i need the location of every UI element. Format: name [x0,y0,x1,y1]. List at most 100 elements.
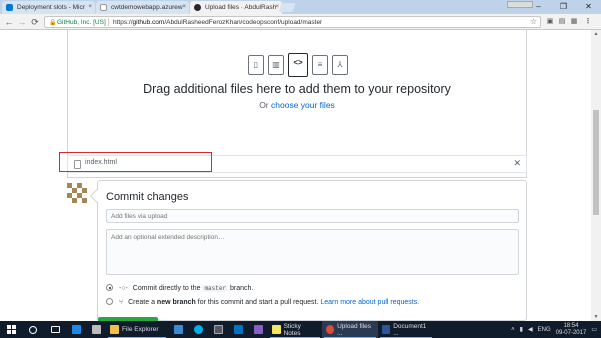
tab-title: cwtdemowebapp.azurew [111,4,183,11]
speech-caret [89,188,105,204]
browser-toolbar: ← → ⟳ 🔒 GitHub, Inc. [US] https://github… [0,14,601,30]
task-view-icon [50,326,60,333]
commit-new-branch-option[interactable]: ⑂ Create a new branch for this commit an… [106,298,419,306]
address-bar[interactable]: 🔒 GitHub, Inc. [US] https://github.com/A… [44,16,541,28]
scroll-up-icon[interactable]: ▲ [591,30,601,38]
branch-name: master [202,285,229,292]
cortana-button[interactable] [22,321,44,338]
radio-commit-direct[interactable] [106,284,113,291]
security-label: GitHub, Inc. [US] [57,19,106,26]
taskbar-chrome[interactable]: Upload files ... [322,321,378,338]
highlight-annotation [59,152,212,172]
browser-tab-deployment-slots[interactable]: Deployment slots - Micr × [2,1,95,14]
url-host: github.com [132,19,165,26]
commit-direct-option[interactable]: -○- Commit directly to the master branch… [106,284,253,292]
taskbar-word[interactable]: Document1 ... [378,321,434,338]
task-view-button[interactable] [44,321,66,338]
taskbar-sticky-notes[interactable]: Sticky Notes [268,321,322,338]
tab-title: Upload files · AbdulRash [205,4,277,11]
github-upload-page: ▯ ▥ <> ≡ ⅄ Drag additional files here to… [0,30,601,321]
avatar[interactable] [67,183,89,203]
forward-button[interactable]: → [16,16,28,28]
github-icon [194,4,201,11]
new-tab-button[interactable] [278,3,296,12]
edge-button[interactable] [66,321,86,338]
extension-icon[interactable]: ▣ [545,17,555,27]
clock-time: 18:54 [563,322,579,329]
url-path: /AbdulRasheedFerozKhan/codeopsconf/uploa… [164,19,323,26]
file-text-icon: ≡ [312,55,328,75]
url-text[interactable]: https://github.com/AbdulRasheedFerozKhan… [113,18,322,27]
browser-tab-strip: Deployment slots - Micr × cwtdemowebapp.… [0,0,601,14]
network-icon[interactable]: ▮ [520,326,523,333]
vs-purple-button[interactable] [248,321,268,338]
terminal-icon [213,325,223,334]
scroll-down-icon[interactable]: ▼ [591,313,601,321]
taskbar-app-label: File Explorer [122,326,159,333]
browser-tab-cwtdemowebapp[interactable]: cwtdemowebapp.azurew × [96,1,189,14]
browser-tab-upload-files[interactable]: Upload files · AbdulRash × [190,1,282,14]
windows-taskbar: File Explorer Sticky Notes Upload files … [0,321,601,338]
chrome-icon [326,325,335,334]
store-icon [91,325,101,334]
commit-heading: Commit changes [106,191,189,203]
page-scrollbar[interactable]: ▲ ▼ [591,30,601,321]
taskbar-app-label: Sticky Notes [283,322,301,337]
tab-close-icon[interactable]: × [275,1,279,14]
clock[interactable]: 18:54 09-07-2017 [556,323,587,337]
taskbar-app-label: Upload files ... [337,322,372,337]
url-divider [108,18,109,26]
tray-chevron-icon[interactable]: ˄ [511,327,515,333]
file-pdf-icon: ⅄ [332,55,348,75]
tab-close-icon[interactable]: × [88,1,92,14]
maximize-button[interactable]: ❐ [551,0,576,14]
url-scheme: https:// [113,19,133,26]
back-button[interactable]: ← [3,16,15,28]
taskbar-file-explorer[interactable]: File Explorer [106,321,168,338]
minimize-button[interactable]: – [526,0,551,14]
close-window-button[interactable]: ✕ [576,0,601,14]
word-icon [382,325,391,334]
lock-icon: 🔒 [49,20,57,26]
drop-zone-subtitle: Or choose your files [68,100,526,110]
azure-icon [6,4,13,11]
system-tray: ˄ ▮ ◀ ENG 18:54 09-07-2017 ▭ [511,323,601,337]
start-button[interactable] [0,321,22,338]
action-center-icon[interactable]: ▭ [591,326,597,333]
cortana-icon [29,325,37,334]
extension-icon[interactable]: ▤ [557,17,567,27]
terminal-button[interactable] [208,321,228,338]
skype-button[interactable] [188,321,208,338]
page-icon [100,4,107,11]
scrollbar-thumb[interactable] [593,110,599,215]
visual-studio-button[interactable] [168,321,188,338]
choose-files-link[interactable]: choose your files [271,100,335,110]
extension-icon[interactable]: ▦ [569,17,579,27]
git-commit-icon: -○- [118,285,128,292]
file-type-icons: ▯ ▥ <> ≡ ⅄ [248,53,348,77]
remove-file-icon[interactable]: ✕ [513,158,521,169]
star-icon[interactable]: ☆ [530,17,537,27]
learn-more-link[interactable]: Learn more about pull requests. [320,299,419,306]
reload-button[interactable]: ⟳ [29,16,41,28]
option-direct-text: Commit directly to the [132,285,201,292]
drop-or-text: Or [259,100,269,110]
menu-icon[interactable]: ⋮ [583,17,593,27]
option-new-bold: new branch [156,299,196,306]
commit-summary-input[interactable] [106,209,519,223]
drop-zone-title: Drag additional files here to add them t… [143,82,451,96]
git-pull-request-icon: ⑂ [118,299,124,306]
tab-close-icon[interactable]: × [182,1,186,14]
outlook-icon [233,325,243,334]
folder-icon [110,325,119,334]
outlook-button[interactable] [228,321,248,338]
radio-new-branch[interactable] [106,298,113,305]
commit-changes-form: Commit changes -○- Commit directly to th… [89,180,527,321]
taskbar-app-label: Document1 ... [393,322,427,337]
skype-icon [193,325,203,334]
volume-icon[interactable]: ◀ [528,326,533,333]
language-indicator[interactable]: ENG [538,327,551,333]
store-button[interactable] [86,321,106,338]
commit-description-input[interactable] [106,229,519,275]
visual-studio-purple-icon [253,325,263,334]
